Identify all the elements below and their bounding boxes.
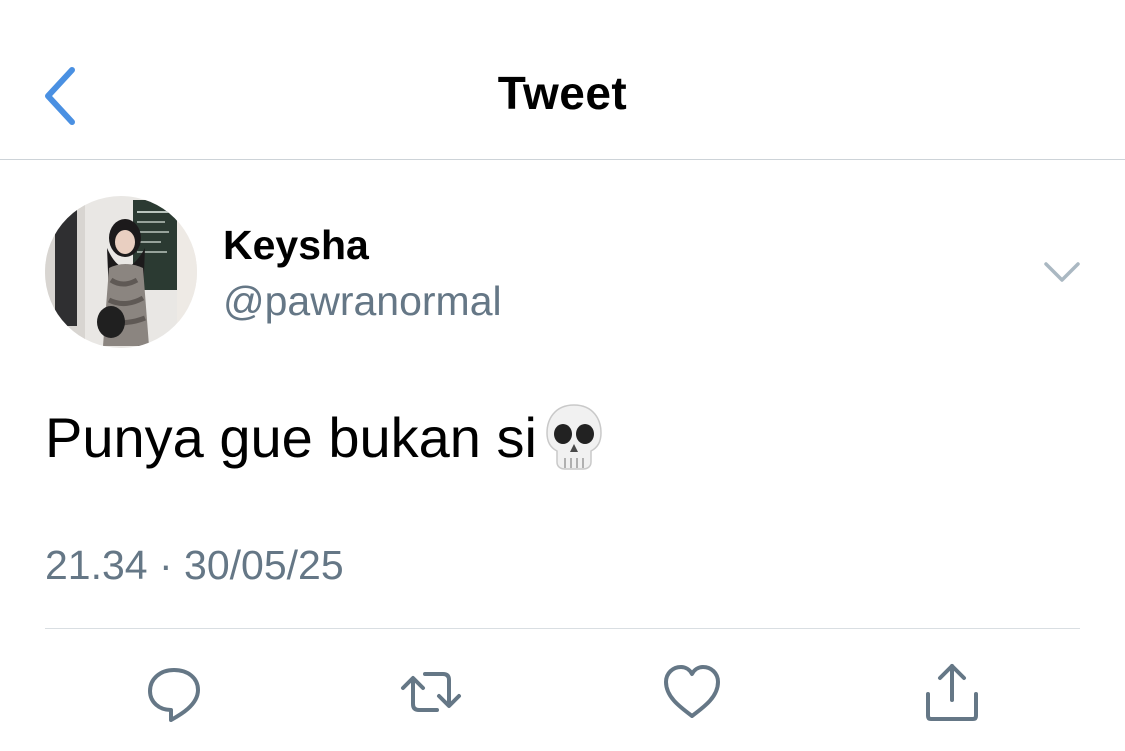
divider (45, 628, 1080, 629)
avatar[interactable] (45, 196, 197, 348)
tweet-timestamp: 21.34 · 30/05/25 (45, 542, 344, 588)
tweet-body: Punya gue bukan si (45, 402, 605, 472)
profile-photo (45, 196, 197, 348)
reply-button[interactable] (142, 660, 206, 724)
reply-icon (148, 668, 200, 722)
page-title: Tweet (497, 67, 628, 119)
retweet-icon (401, 672, 461, 712)
tweet-menu-button[interactable] (1036, 252, 1088, 292)
author-handle[interactable]: @pawranormal (223, 278, 502, 325)
tweet-text: Punya gue bukan si (45, 405, 537, 469)
share-icon (926, 664, 978, 721)
nav-bar: Tweet (0, 0, 1125, 160)
author-display-name[interactable]: Keysha (223, 222, 369, 269)
heart-icon (664, 665, 720, 718)
retweet-button[interactable] (399, 660, 463, 724)
share-button[interactable] (920, 660, 984, 724)
chevron-down-icon (1044, 262, 1080, 282)
like-button[interactable] (660, 660, 724, 724)
skull-emoji-icon (543, 402, 605, 472)
